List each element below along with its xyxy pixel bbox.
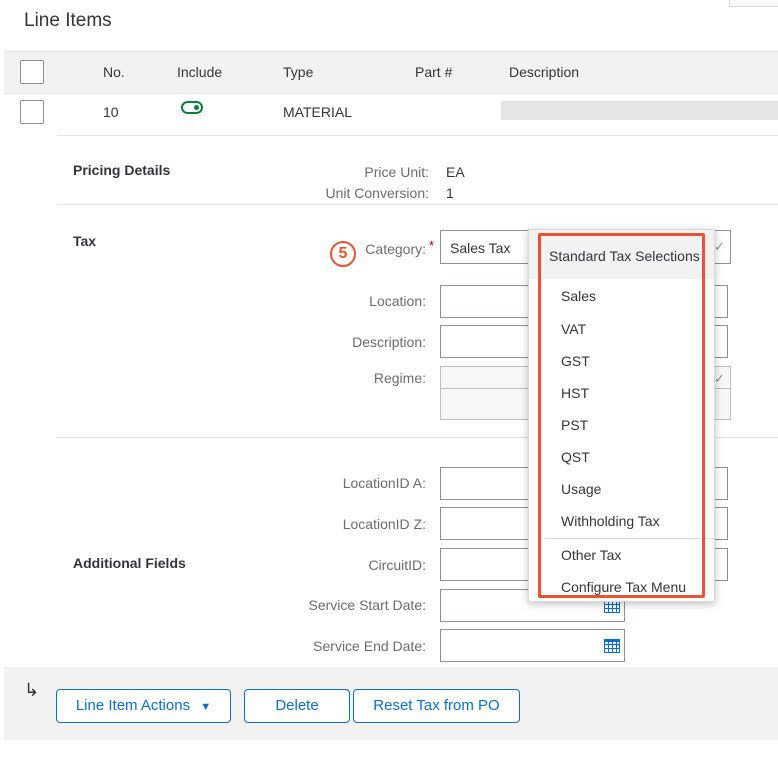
column-header-type[interactable]: Type (283, 64, 313, 80)
row-select-checkbox[interactable] (20, 100, 44, 124)
location-z-label: LocationID Z: (342, 516, 426, 532)
column-header-description[interactable]: Description (509, 64, 579, 80)
service-end-date-label: Service End Date: (313, 638, 426, 654)
row-divider (57, 135, 778, 136)
location-a-label: LocationID A: (342, 475, 426, 491)
tax-section-label: Tax (73, 233, 97, 249)
column-header-no[interactable]: No. (103, 64, 125, 80)
service-start-date-label: Service Start Date: (308, 597, 427, 613)
category-label: Category: (365, 241, 426, 257)
unit-conversion-label: Unit Conversion: (325, 185, 430, 201)
pricing-details-label: Pricing Details (73, 162, 171, 178)
required-marker: * (429, 238, 435, 253)
top-right-panel-edge (729, 0, 778, 7)
include-toggle[interactable] (181, 101, 203, 114)
price-unit-label: Price Unit: (364, 164, 429, 180)
tax-description-label: Description: (352, 334, 426, 350)
reset-tax-button[interactable]: Reset Tax from PO (353, 689, 520, 723)
row-type: MATERIAL (283, 104, 352, 120)
column-header-include[interactable]: Include (177, 64, 222, 80)
column-header-part[interactable]: Part # (415, 64, 452, 80)
page-title: Line Items (24, 10, 112, 31)
row-number: 10 (103, 104, 119, 120)
line-item-actions-label: Line Item Actions (75, 697, 191, 714)
unit-conversion-value: 1 (446, 185, 454, 201)
delete-button[interactable]: Delete (244, 689, 350, 723)
pricing-divider (57, 204, 778, 205)
regime-chevron-icon: ✓ (714, 371, 725, 386)
regime-label: Regime: (373, 370, 426, 386)
line-item-actions-button[interactable]: Line Item Actions ▼ (56, 689, 231, 723)
caret-down-icon: ▼ (200, 701, 212, 713)
calendar-icon[interactable] (604, 639, 620, 653)
circuit-id-label: CircuitID: (368, 557, 426, 573)
highlight-box (538, 233, 705, 598)
row-description-field (501, 101, 778, 120)
service-end-date-input[interactable] (440, 629, 625, 662)
return-arrow-icon: ↳ (24, 680, 40, 700)
checkmark-icon: ✓ (714, 239, 725, 254)
select-all-checkbox[interactable] (20, 60, 44, 84)
category-selected-value: Sales Tax (450, 240, 511, 256)
location-label: Location: (369, 293, 426, 309)
price-unit-value: EA (446, 164, 465, 180)
